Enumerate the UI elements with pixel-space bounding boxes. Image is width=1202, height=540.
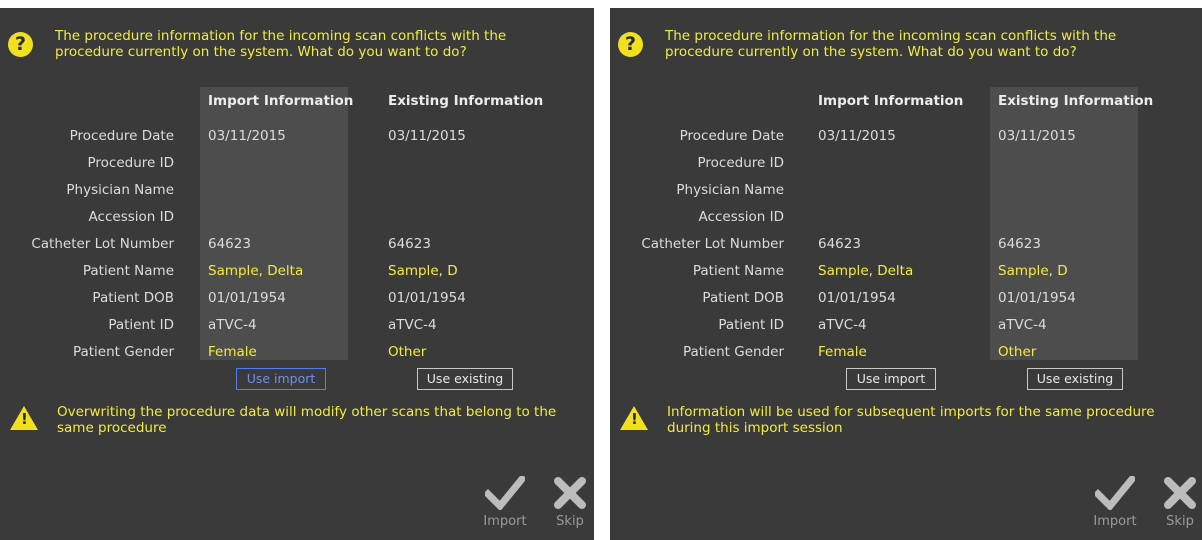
import-patient-gender: Female	[818, 344, 867, 360]
import-patient-name: Sample, Delta	[208, 263, 304, 279]
import-patient-gender: Female	[208, 344, 257, 360]
label-patient-id: Patient ID	[718, 317, 784, 333]
existing-procedure-date: 03/11/2015	[998, 128, 1076, 144]
label-patient-name: Patient Name	[82, 263, 174, 279]
conflict-dialog-import-selected: ? The procedure information for the inco…	[0, 8, 594, 540]
checkmark-icon	[485, 476, 525, 510]
label-physician-name: Physician Name	[66, 182, 174, 198]
existing-patient-dob: 01/01/1954	[388, 290, 466, 306]
existing-patient-name: Sample, D	[998, 263, 1068, 279]
existing-catheter-lot-number: 64623	[388, 236, 431, 252]
label-patient-dob: Patient DOB	[702, 290, 784, 306]
import-patient-dob: 01/01/1954	[208, 290, 286, 306]
label-procedure-date: Procedure Date	[69, 128, 174, 144]
warning-message: Overwriting the procedure data will modi…	[57, 404, 557, 436]
import-action-label: Import	[1093, 514, 1137, 529]
label-accession-id: Accession ID	[88, 209, 174, 225]
use-import-button[interactable]: Use import	[236, 368, 326, 390]
label-catheter-lot-number: Catheter Lot Number	[31, 236, 174, 252]
label-accession-id: Accession ID	[698, 209, 784, 225]
import-action[interactable]: Import	[481, 476, 529, 529]
import-catheter-lot-number: 64623	[208, 236, 251, 252]
existing-patient-id: aTVC-4	[998, 317, 1047, 333]
import-action[interactable]: Import	[1091, 476, 1139, 529]
label-patient-name: Patient Name	[692, 263, 784, 279]
import-procedure-date: 03/11/2015	[818, 128, 896, 144]
import-patient-name: Sample, Delta	[818, 263, 914, 279]
question-icon: ?	[8, 32, 33, 57]
skip-action-label: Skip	[1166, 514, 1194, 529]
conflict-question: The procedure information for the incomi…	[665, 28, 1117, 60]
label-procedure-id: Procedure ID	[87, 155, 175, 171]
skip-action[interactable]: Skip	[546, 476, 594, 529]
existing-patient-dob: 01/01/1954	[998, 290, 1076, 306]
existing-procedure-date: 03/11/2015	[388, 128, 466, 144]
label-patient-gender: Patient Gender	[682, 344, 784, 360]
skip-action-label: Skip	[556, 514, 584, 529]
checkmark-icon	[1095, 476, 1135, 510]
skip-action[interactable]: Skip	[1156, 476, 1202, 529]
existing-information-header: Existing Information	[388, 93, 544, 109]
import-information-header: Import Information	[208, 93, 354, 109]
label-catheter-lot-number: Catheter Lot Number	[641, 236, 784, 252]
conflict-question: The procedure information for the incomi…	[55, 28, 507, 60]
warning-icon: !	[620, 406, 648, 430]
import-patient-dob: 01/01/1954	[818, 290, 896, 306]
x-icon	[1164, 477, 1196, 509]
import-patient-id: aTVC-4	[818, 317, 867, 333]
conflict-dialog-existing-selected: ? The procedure information for the inco…	[610, 8, 1202, 540]
import-patient-id: aTVC-4	[208, 317, 257, 333]
import-catheter-lot-number: 64623	[818, 236, 861, 252]
label-patient-gender: Patient Gender	[72, 344, 174, 360]
existing-patient-name: Sample, D	[388, 263, 458, 279]
use-import-button[interactable]: Use import	[846, 368, 936, 390]
import-information-header: Import Information	[818, 93, 964, 109]
question-icon: ?	[618, 32, 643, 57]
label-patient-id: Patient ID	[108, 317, 174, 333]
existing-patient-gender: Other	[998, 344, 1037, 360]
warning-message: Information will be used for subsequent …	[667, 404, 1155, 436]
label-patient-dob: Patient DOB	[92, 290, 174, 306]
label-procedure-date: Procedure Date	[679, 128, 784, 144]
label-physician-name: Physician Name	[676, 182, 784, 198]
existing-patient-gender: Other	[388, 344, 427, 360]
use-existing-button[interactable]: Use existing	[417, 368, 513, 390]
label-procedure-id: Procedure ID	[697, 155, 785, 171]
existing-catheter-lot-number: 64623	[998, 236, 1041, 252]
x-icon	[554, 477, 586, 509]
warning-icon: !	[10, 406, 38, 430]
existing-patient-id: aTVC-4	[388, 317, 437, 333]
use-existing-button[interactable]: Use existing	[1027, 368, 1123, 390]
import-procedure-date: 03/11/2015	[208, 128, 286, 144]
import-action-label: Import	[483, 514, 527, 529]
existing-information-header: Existing Information	[998, 93, 1154, 109]
